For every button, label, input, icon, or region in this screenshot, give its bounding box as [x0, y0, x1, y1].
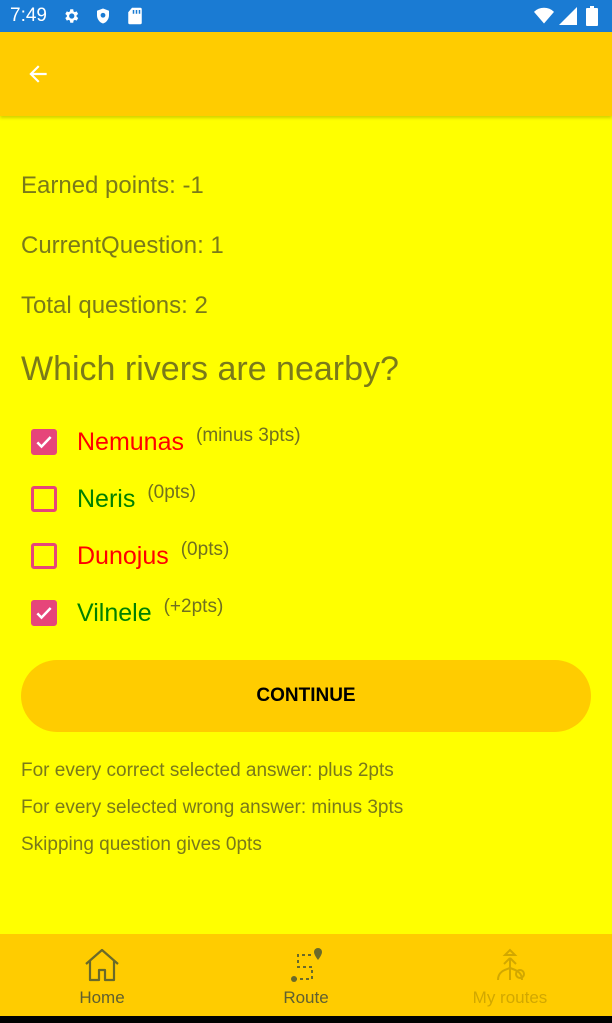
option-nemunas[interactable]: Nemunas (minus 3pts)	[21, 422, 301, 462]
nav-item-route[interactable]: Route	[204, 934, 408, 1016]
earned-points-text: Earned points: -1	[21, 172, 204, 199]
check-icon	[36, 436, 52, 449]
shield-icon	[93, 6, 113, 26]
bottom-navigation: Home Route My routes	[0, 934, 612, 1016]
status-time: 7:49	[10, 5, 47, 26]
check-icon	[36, 607, 52, 620]
total-questions-text: Total questions: 2	[21, 292, 208, 319]
option-checkbox[interactable]	[31, 600, 57, 626]
app-bar	[0, 32, 612, 116]
option-checkbox[interactable]	[31, 543, 57, 569]
option-dunojus[interactable]: Dunojus (0pts)	[21, 536, 229, 576]
option-points: (0pts)	[180, 539, 230, 560]
option-vilnele[interactable]: Vilnele (+2pts)	[21, 593, 223, 633]
option-points: (minus 3pts)	[196, 425, 301, 446]
home-icon	[85, 948, 119, 982]
route-icon	[291, 948, 322, 982]
current-question-text: CurrentQuestion: 1	[21, 232, 224, 259]
nav-label: Route	[283, 988, 329, 1007]
gear-icon	[61, 6, 81, 26]
nav-item-my-routes[interactable]: My routes	[408, 934, 612, 1016]
sd-card-icon	[125, 6, 145, 26]
option-neris[interactable]: Neris (0pts)	[21, 479, 196, 519]
battery-icon	[582, 6, 602, 26]
back-button[interactable]	[18, 54, 58, 94]
nav-label: Home	[79, 988, 125, 1007]
option-checkbox[interactable]	[31, 486, 57, 512]
option-label: Nemunas	[77, 427, 184, 456]
signal-icon	[558, 6, 578, 26]
option-label: Dunojus	[77, 541, 169, 570]
arrow-left-icon	[29, 65, 47, 83]
option-label: Vilnele	[77, 598, 152, 627]
nav-label: My routes	[472, 988, 548, 1007]
continue-button[interactable]: CONTINUE	[21, 660, 591, 732]
system-navigation-bar	[0, 1016, 612, 1023]
option-checkbox[interactable]	[31, 429, 57, 455]
wifi-icon	[534, 6, 554, 26]
option-points: (0pts)	[147, 482, 196, 503]
nav-item-home[interactable]: Home	[0, 934, 204, 1016]
question-title: Which rivers are nearby?	[21, 350, 399, 388]
status-bar: 7:49	[0, 0, 612, 32]
option-label: Neris	[77, 484, 136, 513]
rule-text: Skipping question gives 0pts	[21, 834, 262, 855]
my-routes-icon	[497, 948, 525, 981]
rule-text: For every selected wrong answer: minus 3…	[21, 797, 404, 818]
rule-text: For every correct selected answer: plus …	[21, 760, 394, 781]
option-points: (+2pts)	[163, 596, 224, 617]
